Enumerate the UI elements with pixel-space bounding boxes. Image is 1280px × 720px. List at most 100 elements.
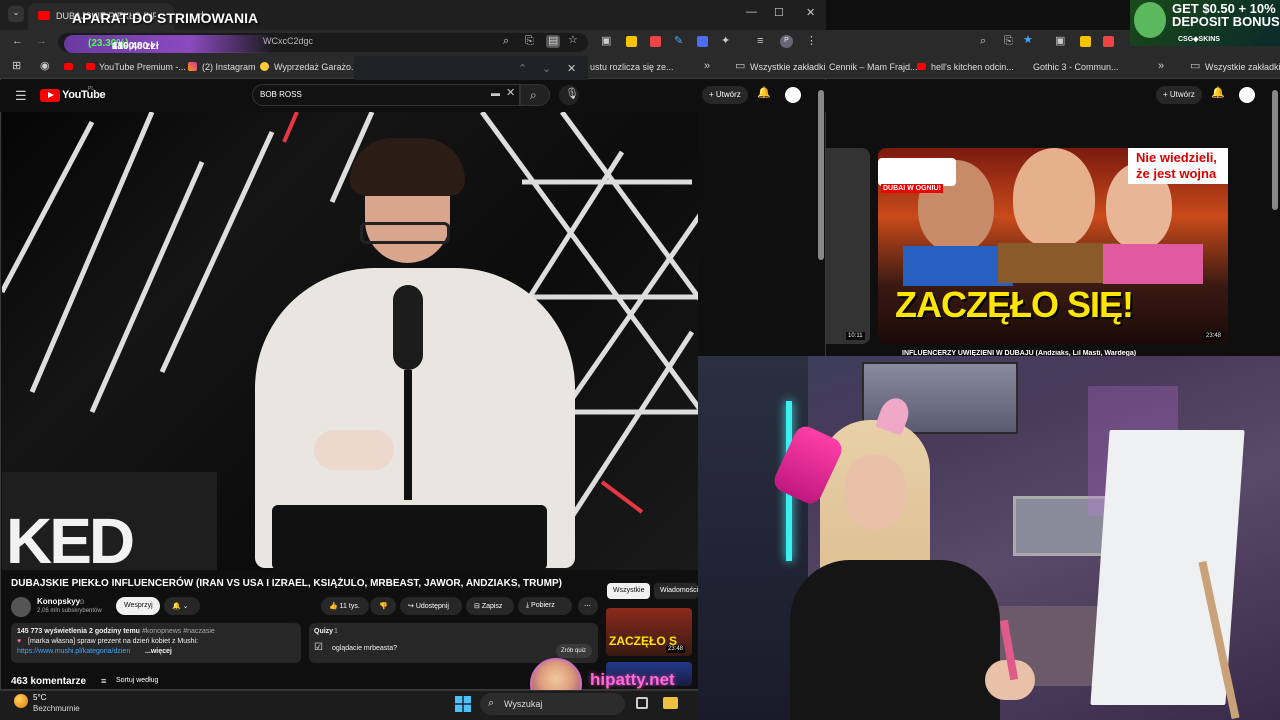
- related-video-thumbnail[interactable]: ZACZĘŁO S 23:48: [606, 608, 692, 656]
- description-tags[interactable]: #konopnews #naczasie: [142, 628, 215, 635]
- video-thumbnail-side[interactable]: [826, 148, 870, 344]
- chip-news[interactable]: Wiadomości: [654, 583, 698, 599]
- region-label: PL: [88, 86, 95, 92]
- bell-icon: 🔔 ⌄: [172, 603, 189, 610]
- bookmark-star-filled-icon[interactable]: ★: [1023, 35, 1033, 46]
- create-button[interactable]: + Utwórz: [702, 86, 748, 104]
- notifications-icon-right[interactable]: 🔔: [1211, 88, 1225, 99]
- search-clear-icon[interactable]: ✕: [506, 88, 515, 99]
- bookmark-star-icon[interactable]: ☆: [568, 35, 578, 46]
- sort-button[interactable]: Sortuj według: [116, 677, 158, 684]
- apps-grid-icon[interactable]: ⊞: [12, 61, 21, 72]
- weather-moon-icon[interactable]: [14, 694, 28, 708]
- heart-icon: ♥: [17, 638, 22, 645]
- channel-avatar[interactable]: [11, 597, 31, 617]
- bookmark-gothic[interactable]: Gothic 3 - Commun...: [1033, 62, 1119, 72]
- background-logo-text: KED: [6, 505, 135, 570]
- share-label: Udostępnij: [415, 603, 449, 610]
- taskbar-search-input[interactable]: ⌕ Wyszukaj: [480, 693, 625, 715]
- find-next-icon[interactable]: ⌄: [542, 64, 551, 75]
- share-icon: ↪: [408, 603, 416, 610]
- share-button[interactable]: ↪ Udostępnij: [400, 597, 462, 615]
- extension-blue-icon[interactable]: [697, 36, 708, 47]
- bookmarks-overflow-icon[interactable]: »: [704, 61, 710, 72]
- keyboard-icon[interactable]: ▬: [491, 89, 500, 98]
- csg-ad-banner[interactable]: GET $0.50 + 10% DEPOSIT BONUS CSG◆SKINS: [1130, 0, 1280, 46]
- bookmarks-overflow-icon-right[interactable]: »: [1158, 61, 1164, 72]
- more-actions-button[interactable]: ⋯: [578, 597, 598, 615]
- page-scrollbar-right[interactable]: [1272, 90, 1278, 210]
- extension-red-icon-right[interactable]: [1103, 36, 1114, 47]
- related-duration: 23:48: [666, 645, 686, 653]
- extension-icon[interactable]: ▣: [601, 36, 611, 47]
- install-app-icon-right[interactable]: ⎘: [1004, 36, 1013, 47]
- notifications-icon[interactable]: 🔔: [757, 88, 771, 99]
- minimize-icon[interactable]: —: [746, 6, 757, 18]
- search-button[interactable]: ⌕: [520, 84, 550, 106]
- tab-search-button[interactable]: ⌄: [8, 6, 24, 22]
- bookmark-youtube-premium[interactable]: YouTube Premium -...: [99, 62, 186, 72]
- page-scrollbar[interactable]: [818, 90, 824, 260]
- comments-count: 463 komentarze: [11, 676, 87, 687]
- find-close-icon[interactable]: ✕: [567, 64, 576, 75]
- bookmark-ustu[interactable]: ustu rozlicza się ze...: [590, 62, 674, 72]
- subscribed-bell-button[interactable]: 🔔 ⌄: [164, 597, 200, 615]
- youtube-logo-text[interactable]: YouTube: [62, 89, 106, 101]
- search-input[interactable]: BOB ROSS: [252, 84, 520, 106]
- browser-menu-icon[interactable]: ⋮: [806, 36, 817, 47]
- close-window-icon[interactable]: ✕: [806, 6, 815, 19]
- bookmark-cennik[interactable]: Cennik – Mam Frajd...: [829, 62, 918, 72]
- channel-name[interactable]: Konopskyy: [37, 597, 80, 606]
- thumb-headline: ZACZĘŁO SIĘ!: [895, 284, 1134, 325]
- task-view-icon[interactable]: [636, 697, 648, 709]
- create-label-right: Utwórz: [1169, 90, 1195, 99]
- all-bookmarks-right[interactable]: Wszystkie zakładki: [1205, 62, 1280, 72]
- youtube-logo-icon[interactable]: [40, 89, 60, 102]
- streamer-face: [845, 455, 905, 530]
- description-link[interactable]: https://www.mushi.pl/kategoria/dzien: [17, 648, 130, 655]
- show-more-link[interactable]: ...więcej: [145, 648, 172, 655]
- take-quiz-button[interactable]: Zrób quiz: [556, 644, 592, 658]
- create-button-right[interactable]: + Utwórz: [1156, 86, 1202, 104]
- maximize-icon[interactable]: ☐: [774, 6, 784, 19]
- zoom-icon[interactable]: ⌕: [503, 36, 509, 47]
- extension-yellow-icon[interactable]: [626, 36, 637, 47]
- file-explorer-icon[interactable]: [663, 697, 678, 709]
- translate-icon[interactable]: ✎: [674, 36, 683, 47]
- save-button[interactable]: ⊟ Zapisz: [466, 597, 514, 615]
- bookmark-wyprzedaz[interactable]: Wyprzedaż Garażo...: [274, 62, 358, 72]
- like-button[interactable]: 👍 11 tys.: [321, 597, 369, 615]
- dislike-button[interactable]: 👎: [370, 597, 396, 615]
- description-box[interactable]: 145 773 wyświetlenia 2 godziny temu #kon…: [11, 623, 301, 663]
- channel-subscribers: 2,06 mln subskrybentów: [37, 608, 102, 614]
- bookmark-folder-icon[interactable]: ◉: [40, 61, 50, 72]
- weather-description[interactable]: Bezchmurnie: [33, 704, 80, 713]
- support-button[interactable]: Wesprzyj: [116, 597, 160, 615]
- back-icon[interactable]: ←: [12, 36, 23, 47]
- extension-red-icon[interactable]: [650, 36, 661, 47]
- zoom-icon-right[interactable]: ⌕: [980, 36, 986, 47]
- bookmark-hells-kitchen[interactable]: hell's kitchen odcin...: [931, 62, 1014, 72]
- chip-all[interactable]: Wszystkie: [607, 583, 650, 599]
- account-avatar[interactable]: [785, 87, 801, 103]
- reader-mode-icon[interactable]: ▤: [546, 35, 561, 48]
- weather-temperature[interactable]: 5°C: [33, 693, 46, 702]
- bookmark-instagram[interactable]: (2) Instagram: [202, 62, 256, 72]
- find-prev-icon[interactable]: ⌃: [518, 64, 527, 75]
- download-button[interactable]: ⤓ Pobierz: [518, 597, 572, 615]
- video-player[interactable]: KED: [2, 112, 698, 570]
- reading-list-icon[interactable]: ≡: [757, 36, 763, 47]
- menu-hamburger-icon[interactable]: ☰: [15, 89, 27, 102]
- extension-yellow-icon-right[interactable]: [1080, 36, 1091, 47]
- account-avatar-right[interactable]: [1239, 87, 1255, 103]
- extensions-puzzle-icon[interactable]: ✦: [721, 36, 730, 47]
- forward-icon[interactable]: →: [36, 36, 47, 47]
- extension-icon-right[interactable]: ▣: [1055, 36, 1065, 47]
- all-bookmarks-left[interactable]: Wszystkie zakładki: [750, 62, 826, 72]
- stream-title: APARAT DO STRIMOWANIA: [72, 10, 259, 26]
- streamer-body: [790, 560, 1000, 720]
- profile-avatar[interactable]: P: [780, 35, 793, 48]
- install-app-icon[interactable]: ⎘: [525, 36, 534, 47]
- voice-search-button[interactable]: 🎙: [559, 85, 579, 105]
- windows-start-icon[interactable]: [455, 696, 471, 712]
